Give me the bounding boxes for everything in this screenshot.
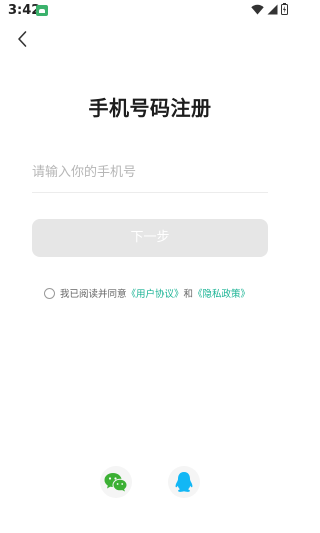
qq-icon — [175, 472, 193, 492]
status-bar: 3:42 — [0, 0, 300, 22]
wechat-icon — [104, 473, 128, 492]
agreement-row: 我已阅读并同意 《用户协议》 和 《隐私政策》 — [44, 286, 250, 300]
status-icons — [251, 3, 288, 15]
next-button[interactable]: 下一步 — [32, 219, 268, 257]
signal-icon — [267, 4, 278, 14]
page-title: 手机号码注册 — [88, 96, 212, 120]
wechat-login-button[interactable] — [100, 466, 132, 498]
wifi-icon — [251, 4, 264, 14]
phone-input[interactable] — [32, 154, 268, 190]
agree-checkbox[interactable] — [44, 287, 55, 299]
notification-app-icon — [36, 5, 48, 16]
agreement-conjunction: 和 — [183, 289, 194, 300]
chevron-left-icon — [18, 31, 27, 47]
qq-login-button[interactable] — [168, 466, 200, 498]
back-button[interactable] — [12, 28, 34, 50]
phone-field[interactable] — [32, 154, 268, 193]
privacy-policy-link[interactable]: 《隐私政策》 — [193, 286, 250, 300]
battery-icon — [281, 3, 288, 15]
user-agreement-link[interactable]: 《用户协议》 — [127, 286, 184, 300]
agreement-prefix: 我已阅读并同意 — [60, 289, 127, 300]
